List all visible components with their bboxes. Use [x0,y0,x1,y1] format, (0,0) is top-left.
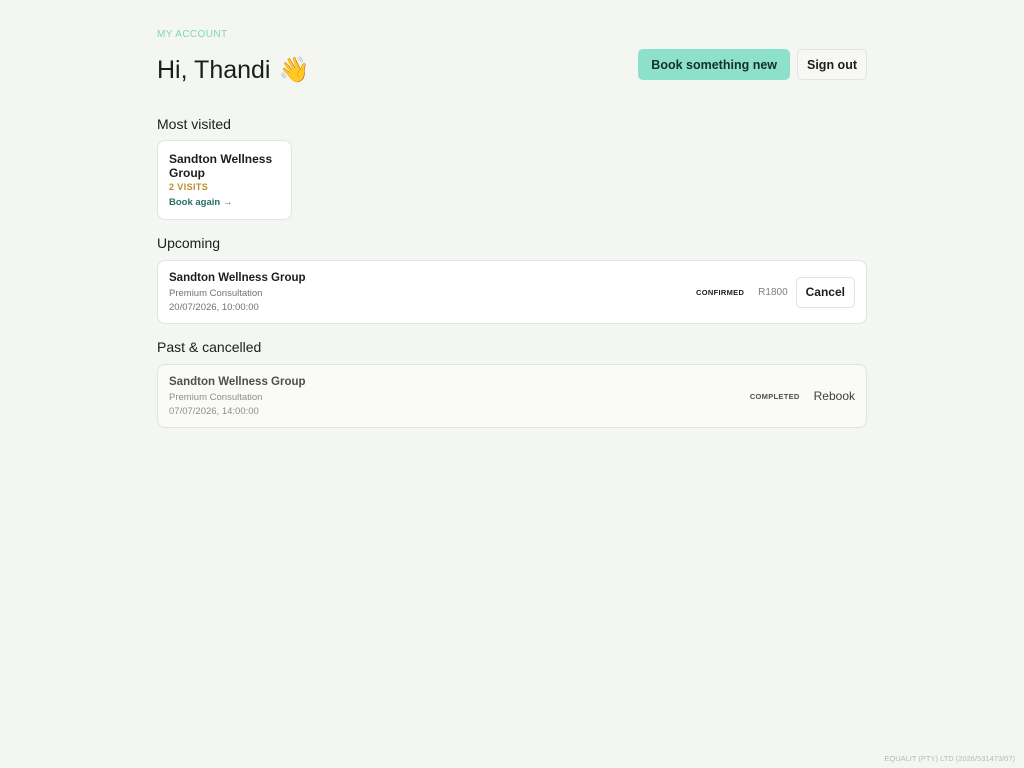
provider-name: Sandton Wellness Group [169,272,306,284]
past-booking-row: Sandton Wellness Group Premium Consultat… [157,364,867,428]
waving-hand-icon: 👋 [278,56,310,84]
booking-actions: CONFIRMED R1800 Cancel [696,261,855,323]
service-name: Premium Consultation [169,288,263,299]
account-page: MY ACCOUNT Hi, Thandi 👋 Book something ne… [0,0,1024,768]
booking-info: Sandton Wellness Group Premium Consultat… [169,272,306,313]
provider-name: Sandton Wellness Group [169,376,306,388]
past-cancelled-heading: Past & cancelled [157,339,262,355]
page-title: Hi, Thandi 👋 [157,56,310,85]
status-badge: CONFIRMED [696,287,745,297]
sign-out-button[interactable]: Sign out [797,49,867,80]
status-badge: COMPLETED [749,391,800,401]
booking-datetime: 20/07/2026, 10:00:00 [169,302,259,313]
booking-price: R1800 [758,286,788,298]
greeting-text: Hi, Thandi [157,56,271,84]
visit-count: 2 VISITS [169,182,209,192]
most-visited-heading: Most visited [157,116,231,132]
provider-name: Sandton Wellness Group [169,152,273,180]
book-again-link[interactable]: Book again → [169,197,280,208]
book-something-new-button[interactable]: Book something new [638,49,790,80]
company-registration-footer: EQUALIT (PTY) LTD (2026/531473/07) [884,754,1015,763]
upcoming-heading: Upcoming [157,235,221,251]
booking-datetime: 07/07/2026, 14:00:00 [169,406,259,417]
cancel-button[interactable]: Cancel [795,276,855,308]
header-actions: Book something new Sign out [638,49,867,80]
page-eyebrow: MY ACCOUNT [157,29,228,40]
rebook-button[interactable]: Rebook [814,381,855,412]
most-visited-card[interactable]: Sandton Wellness Group 2 VISITS Book aga… [157,140,292,220]
upcoming-booking-row: Sandton Wellness Group Premium Consultat… [157,260,867,324]
service-name: Premium Consultation [169,392,263,403]
booking-actions: COMPLETED Rebook [750,365,855,427]
booking-info: Sandton Wellness Group Premium Consultat… [169,376,306,417]
